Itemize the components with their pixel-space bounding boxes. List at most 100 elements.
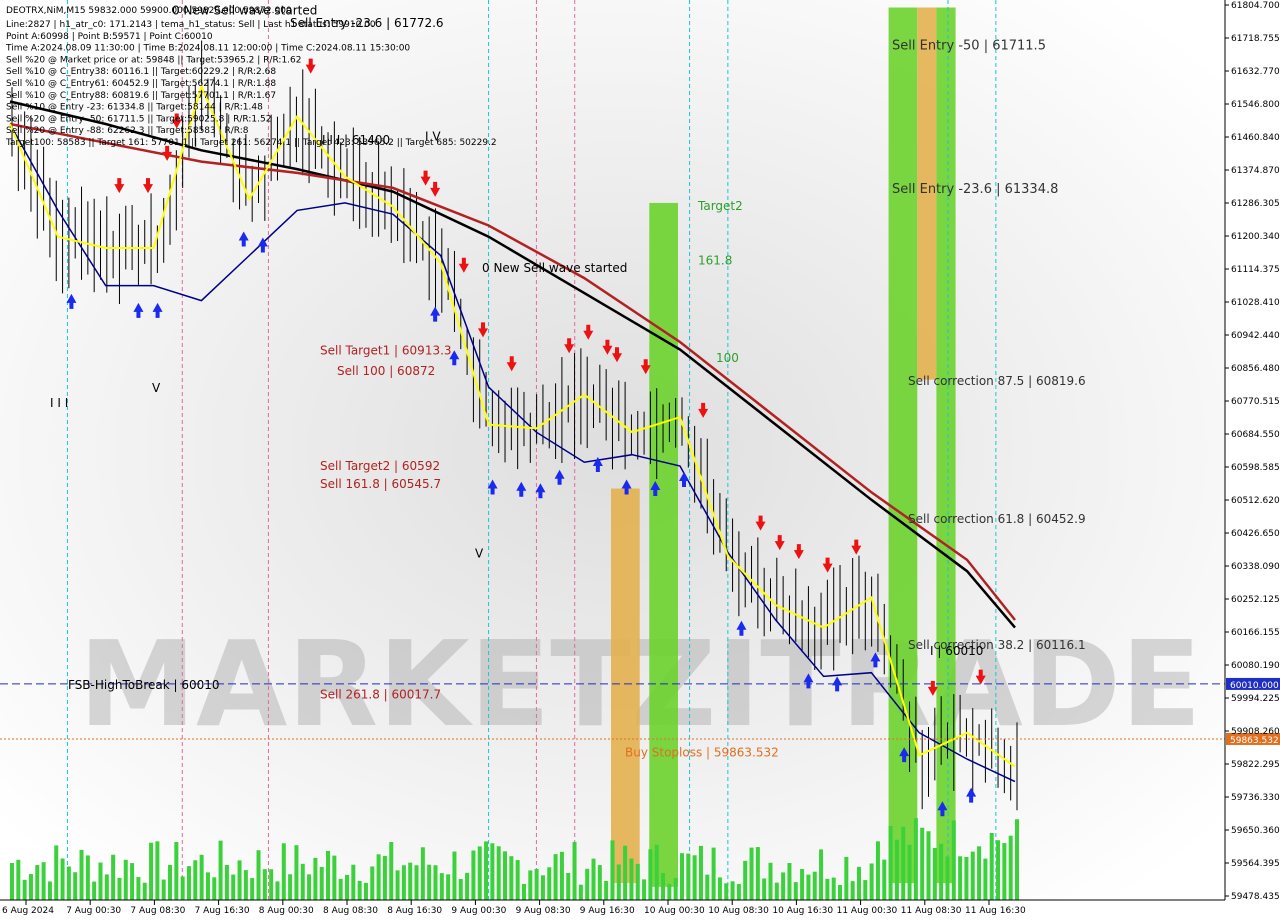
volume-bar [161,879,166,900]
volume-bar [509,856,514,900]
volume-bar [597,865,602,900]
volume-bar [591,858,596,900]
volume-bar [363,882,368,900]
annotation-label: Target2 [697,199,743,213]
volume-bar [395,870,400,900]
volume-bar [503,851,508,900]
volume-bar [863,880,868,900]
volume-bar [819,849,824,900]
volume-bar [926,831,931,900]
volume-bar [250,878,255,900]
volume-bar [869,863,874,900]
volume-bar [528,870,533,900]
volume-bar [635,863,640,900]
volume-bar [521,883,526,900]
volume-bar [964,856,969,900]
volume-bar [414,865,419,900]
x-axis: 6 Aug 2024 7 Aug 00:30 7 Aug 08:30 7 Aug 16… [2,900,1026,916]
y-tick-label: 61632.770 [1231,67,1280,77]
x-tick-label: 9 Aug 16:30 [580,906,635,916]
volume-bar [711,847,716,900]
y-tick-label: 60252.125 [1231,595,1280,605]
volume-bar [812,871,817,900]
y-tick-label: 59822.295 [1231,760,1280,770]
price-chart[interactable]: MARKETZITRADE 0 New Sell wave startedSel… [0,0,1280,920]
annotation-label: FSB-HighToBreak | 60010 [68,678,220,692]
y-tick-label: 60856.480 [1231,364,1280,374]
volume-bar [224,864,229,900]
volume-bar [186,866,191,900]
volume-bar [420,847,425,900]
volume-bar [572,841,577,900]
volume-bar [698,845,703,900]
info-line: Sell %10 @ Entry -23: 61334.8 || Target:… [6,103,263,113]
volume-bar [465,872,470,900]
annotation-label: Sell correction 61.8 | 60452.9 [908,512,1086,526]
volume-bar [970,851,975,900]
volume-bar [54,845,59,900]
volume-bar [357,880,362,900]
volume-bar [446,874,451,900]
volume-bar [136,877,141,900]
volume-bar [547,867,552,900]
volume-bar [850,881,855,900]
volume-bar [566,872,571,900]
volume-bar [736,884,741,900]
volume-bar [977,846,982,900]
volume-bar [875,841,880,900]
annotation-label: Sell Entry -50 | 61711.5 [892,39,1046,54]
annotation-label: 161.8 [698,253,732,267]
annotation-label: Sell correction 87.5 | 60819.6 [908,374,1086,388]
volume-bar [913,818,918,900]
info-line: Line:2827 | h1_atr_c0: 171.2143 | tema_h… [6,20,376,30]
volume-bar [743,860,748,900]
y-tick-label: 59650.360 [1231,826,1280,836]
volume-bar [951,820,956,900]
volume-bar [382,855,387,900]
volume-bar [939,843,944,900]
volume-bar [661,873,666,900]
volume-bar [237,860,242,900]
volume-bar [427,864,432,900]
volume-bar [332,855,337,900]
x-tick-label: 6 Aug 2024 [2,906,54,916]
x-tick-label: 7 Aug 16:30 [195,906,250,916]
volume-bar [673,878,678,900]
volume-bar [484,841,489,900]
annotation-label: Sell Target2 | 60592 [320,459,440,473]
y-tick-label: 60770.515 [1231,397,1280,407]
x-tick-label: 10 Aug 08:30 [708,906,769,916]
volume-bar [838,884,843,900]
annotation-label: Buy Stoploss | 59863.532 [625,746,779,760]
volume-bar [515,860,520,900]
volume-bar [793,882,798,900]
volume-bar [351,864,356,900]
volume-bar [559,851,564,900]
x-tick-label: 8 Aug 16:30 [387,906,442,916]
volume-bar [130,863,135,900]
volume-bar [1015,819,1019,900]
volume-bar [338,878,343,900]
volume-bar [180,876,185,900]
volume-bar [578,884,583,900]
volume-bar [540,875,545,900]
y-tick-label: 59478.435 [1231,892,1280,902]
x-tick-label: 7 Aug 00:30 [66,906,121,916]
chart-area[interactable]: MARKETZITRADE 0 New Sell wave started Sel… [0,0,1280,920]
volume-bar [616,864,621,900]
volume-bar [281,843,286,900]
info-line: Sell %20 @ Market price or at: 59848 || … [6,55,302,65]
y-tick-label: 61460.840 [1231,133,1280,143]
window-title: DEOTRX,NiM,M15 59832.000 59900.000 59820… [6,6,292,16]
annotation-label: 100 [716,351,739,365]
volume-bar [458,879,463,900]
volume-bar [262,869,267,900]
y-tick-label: 60598.585 [1231,463,1280,473]
volume-bar [28,874,33,900]
volume-bar [66,866,71,900]
volume-bar [168,865,173,900]
volume-bar [60,858,65,900]
volume-bar [648,849,653,900]
volume-bar [945,856,950,900]
x-tick-label: 10 Aug 16:30 [772,906,833,916]
